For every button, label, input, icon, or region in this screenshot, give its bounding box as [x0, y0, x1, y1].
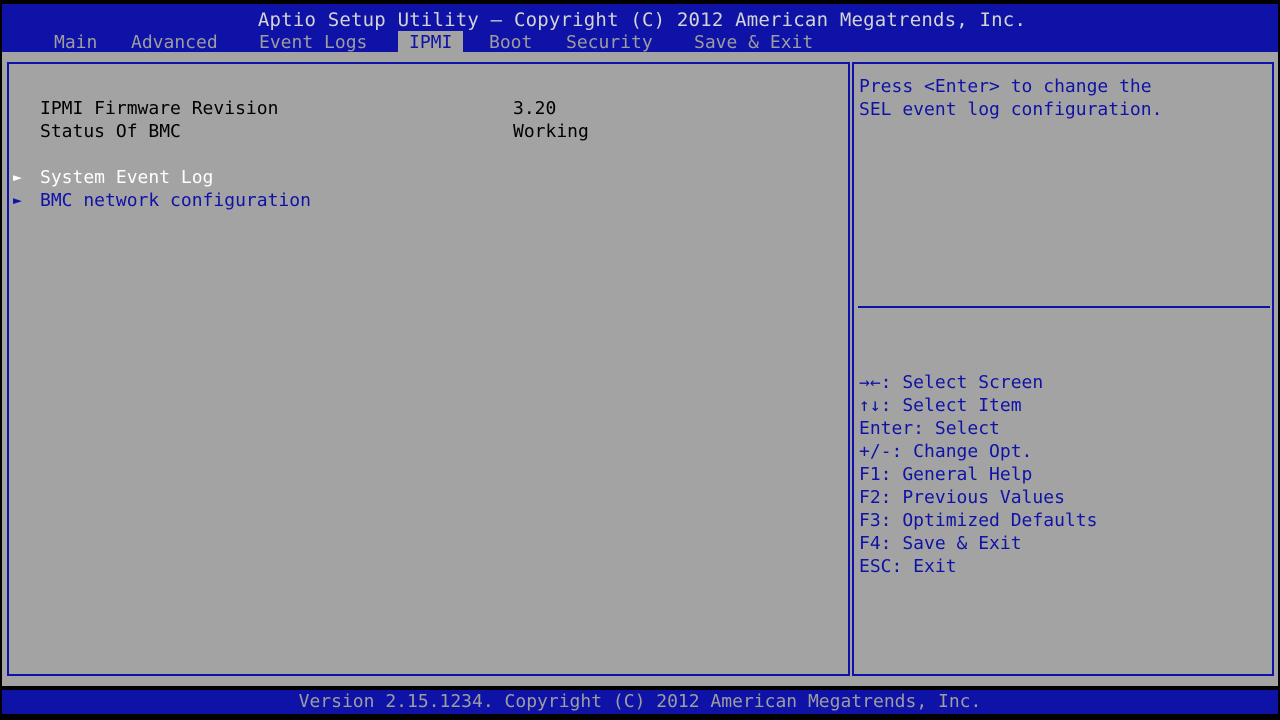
help-panel: [852, 62, 1274, 676]
bmc-status-label: Status Of BMC: [40, 121, 181, 142]
key-hint-select-screen: →←: Select Screen: [859, 372, 1044, 393]
firmware-revision-label: IPMI Firmware Revision: [40, 98, 279, 119]
bmc-status-value: Working: [513, 121, 589, 142]
tab-boot[interactable]: Boot: [485, 31, 536, 54]
key-hint-f4: F4: Save & Exit: [859, 533, 1022, 554]
key-hint-change-opt: +/-: Change Opt.: [859, 441, 1033, 462]
submenu-arrow-icon: ►: [13, 191, 23, 209]
tab-advanced[interactable]: Advanced: [127, 31, 222, 54]
app-title: Aptio Setup Utility – Copyright (C) 2012…: [257, 9, 1027, 31]
tab-security[interactable]: Security: [562, 31, 657, 54]
key-hint-select-item: ↑↓: Select Item: [859, 395, 1022, 416]
footer-bar: Version 2.15.1234. Copyright (C) 2012 Am…: [2, 690, 1278, 714]
firmware-revision-value: 3.20: [513, 98, 557, 119]
tab-ipmi[interactable]: IPMI: [398, 31, 464, 54]
version-text: Version 2.15.1234. Copyright (C) 2012 Am…: [298, 691, 982, 712]
key-hint-enter: Enter: Select: [859, 418, 1000, 439]
tab-event-logs[interactable]: Event Logs: [255, 31, 371, 54]
settings-panel: [7, 62, 850, 676]
bios-screen: Aptio Setup Utility – Copyright (C) 2012…: [0, 0, 1280, 720]
key-hint-f3: F3: Optimized Defaults: [859, 510, 1098, 531]
help-divider: [858, 306, 1270, 308]
menu-item-label: BMC network configuration: [40, 190, 311, 211]
key-hint-esc: ESC: Exit: [859, 556, 957, 577]
help-text-line-2: SEL event log configuration.: [859, 99, 1163, 120]
key-hint-f2: F2: Previous Values: [859, 487, 1065, 508]
tab-save-exit[interactable]: Save & Exit: [690, 31, 817, 54]
main-body: [2, 52, 1278, 686]
submenu-arrow-icon: ►: [13, 168, 23, 186]
header-bar: Aptio Setup Utility – Copyright (C) 2012…: [2, 4, 1278, 54]
menu-item-label: System Event Log: [40, 167, 214, 188]
help-text-line-1: Press <Enter> to change the: [859, 76, 1152, 97]
tab-main[interactable]: Main: [50, 31, 101, 54]
key-hint-f1: F1: General Help: [859, 464, 1033, 485]
